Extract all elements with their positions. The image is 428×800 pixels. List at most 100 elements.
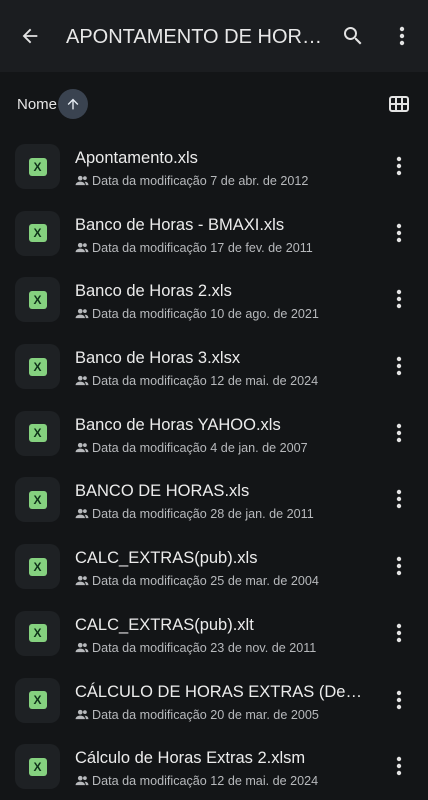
file-modified-text: Data da modificação 28 de jan. de 2011 bbox=[92, 507, 314, 522]
file-modified-info: Data da modificação 4 de jan. de 2007 bbox=[75, 440, 375, 456]
file-modified-text: Data da modificação 25 de mar. de 2004 bbox=[92, 574, 319, 589]
more-vert-icon bbox=[396, 489, 402, 509]
file-name: Apontamento.xls bbox=[75, 149, 198, 167]
file-thumbnail: X bbox=[15, 544, 60, 590]
more-vert-icon bbox=[396, 623, 402, 643]
file-modified-info: Data da modificação 12 de mai. de 2024 bbox=[75, 373, 375, 389]
file-modified-info: Data da modificação 25 de mar. de 2004 bbox=[75, 573, 375, 589]
file-thumbnail: X bbox=[15, 744, 60, 790]
file-modified-text: Data da modificação 10 de ago. de 2021 bbox=[92, 307, 319, 322]
file-thumbnail: X bbox=[15, 610, 60, 656]
search-button[interactable] bbox=[337, 20, 369, 52]
grid-view-button[interactable] bbox=[386, 91, 412, 117]
file-more-options-button[interactable] bbox=[388, 621, 410, 645]
file-thumbnail: X bbox=[15, 477, 60, 523]
excel-icon: X bbox=[28, 624, 47, 643]
more-vert-icon bbox=[396, 156, 402, 176]
more-vert-icon bbox=[396, 356, 402, 376]
top-app-bar: APONTAMENTO DE HORAS EXTRAS bbox=[0, 0, 428, 72]
grid-view-icon bbox=[389, 96, 409, 112]
file-modified-text: Data da modificação 23 de nov. de 2011 bbox=[92, 640, 317, 655]
arrow-up-icon bbox=[67, 98, 79, 110]
file-name: Banco de Horas 3.xlsx bbox=[75, 349, 241, 368]
folder-title: APONTAMENTO DE HORAS EXTRAS bbox=[66, 26, 322, 48]
file-name: Cálculo de Horas Extras 2.xlsm bbox=[75, 749, 306, 768]
more-vert-icon bbox=[396, 423, 402, 443]
file-row[interactable]: X BANCO DE HORAS.xls Data da modificação 2… bbox=[0, 473, 428, 540]
arrow-back-icon bbox=[22, 28, 38, 44]
file-name: Banco de Horas - BMAXI.xls bbox=[75, 215, 285, 234]
file-list: X Apontamento.xls Data da modificação 7 de… bbox=[0, 140, 428, 800]
shared-people-icon bbox=[75, 308, 89, 320]
more-vert-icon bbox=[396, 289, 402, 309]
shared-people-icon bbox=[75, 508, 89, 520]
excel-icon: X bbox=[28, 224, 47, 243]
file-more-options-button[interactable] bbox=[388, 354, 410, 378]
more-options-button[interactable] bbox=[386, 20, 418, 52]
file-modified-info: Data da modificação 17 de fev. de 2011 bbox=[75, 240, 375, 256]
file-more-options-button[interactable] bbox=[388, 421, 410, 445]
file-more-options-button[interactable] bbox=[388, 487, 410, 511]
file-row[interactable]: X CÁLCULO DE HORAS EXTRAS (Demonstração).… bbox=[0, 674, 428, 741]
file-modified-text: Data da modificação 12 de mai. de 2024 bbox=[92, 774, 319, 789]
file-thumbnail: X bbox=[15, 344, 60, 390]
drive-folder-screen: APONTAMENTO DE HORAS EXTRAS Nome bbox=[0, 0, 428, 800]
file-thumbnail: X bbox=[15, 144, 60, 189]
file-modified-text: Data da modificação 4 de jan. de 2007 bbox=[92, 440, 308, 455]
file-modified-info: Data da modificação 12 de mai. de 2024 bbox=[75, 773, 375, 789]
excel-icon: X bbox=[28, 557, 47, 576]
file-thumbnail: X bbox=[15, 210, 60, 256]
more-vert-icon bbox=[396, 756, 402, 776]
shared-people-icon bbox=[75, 642, 89, 654]
file-modified-text: Data da modificação 17 de fev. de 2011 bbox=[92, 240, 313, 255]
file-modified-text: Data da modificação 12 de mai. de 2024 bbox=[92, 374, 319, 389]
excel-icon: X bbox=[28, 490, 47, 509]
file-modified-info: Data da modificação 7 de abr. de 2012 bbox=[75, 173, 375, 189]
excel-icon: X bbox=[28, 691, 47, 709]
file-modified-info: Data da modificação 28 de jan. de 2011 bbox=[75, 506, 375, 522]
excel-icon: X bbox=[28, 290, 47, 309]
excel-icon: X bbox=[28, 357, 47, 376]
shared-people-icon bbox=[75, 709, 89, 721]
file-name: CÁLCULO DE HORAS EXTRAS (Demonstração).x… bbox=[75, 682, 365, 701]
file-row[interactable]: X Cálculo de Horas Extras 2.xlsm Data da m… bbox=[0, 740, 428, 800]
file-more-options-button[interactable] bbox=[388, 554, 410, 578]
file-thumbnail: X bbox=[15, 277, 60, 323]
excel-icon: X bbox=[28, 757, 47, 776]
file-more-options-button[interactable] bbox=[388, 221, 410, 245]
shared-people-icon bbox=[75, 442, 89, 454]
search-icon bbox=[344, 27, 362, 45]
file-more-options-button[interactable] bbox=[388, 154, 410, 178]
file-modified-info: Data da modificação 20 de mar. de 2005 bbox=[75, 707, 375, 723]
shared-people-icon bbox=[75, 175, 89, 187]
file-modified-text: Data da modificação 20 de mar. de 2005 bbox=[92, 707, 319, 722]
shared-people-icon bbox=[75, 775, 89, 787]
file-name: CALC_EXTRAS(pub).xlt bbox=[75, 615, 254, 634]
file-row[interactable]: X CALC_EXTRAS(pub).xlt Data da modificação… bbox=[0, 607, 428, 674]
file-more-options-button[interactable] bbox=[388, 754, 410, 778]
file-row[interactable]: X Banco de Horas 2.xls Data da modificação… bbox=[0, 273, 428, 340]
excel-icon: X bbox=[28, 424, 47, 443]
sort-direction-button[interactable] bbox=[58, 89, 88, 119]
file-more-options-button[interactable] bbox=[388, 287, 410, 311]
file-modified-text: Data da modificação 7 de abr. de 2012 bbox=[92, 174, 309, 188]
file-name: BANCO DE HORAS.xls bbox=[75, 482, 250, 501]
more-vert-icon bbox=[396, 223, 402, 243]
file-row[interactable]: X Banco de Horas 3.xlsx Data da modificaçã… bbox=[0, 340, 428, 407]
file-name: Banco de Horas 2.xls bbox=[75, 282, 232, 301]
sort-by-name-label[interactable]: Nome bbox=[17, 96, 57, 113]
excel-icon: X bbox=[28, 157, 47, 176]
back-button[interactable] bbox=[14, 20, 46, 52]
file-row[interactable]: X CALC_EXTRAS(pub).xls Data da modificação… bbox=[0, 540, 428, 607]
shared-people-icon bbox=[75, 375, 89, 387]
file-name: Banco de Horas YAHOO.xls bbox=[75, 415, 281, 434]
shared-people-icon bbox=[75, 575, 89, 587]
file-row[interactable]: X Apontamento.xls Data da modificação 7 de… bbox=[0, 140, 428, 207]
file-more-options-button[interactable] bbox=[388, 688, 410, 712]
file-row[interactable]: X Banco de Horas - BMAXI.xls Data da modif… bbox=[0, 207, 428, 274]
file-row[interactable]: X Banco de Horas YAHOO.xls Data da modific… bbox=[0, 407, 428, 474]
file-modified-info: Data da modificação 23 de nov. de 2011 bbox=[75, 640, 375, 656]
more-vert-icon bbox=[399, 26, 405, 46]
file-modified-info: Data da modificação 10 de ago. de 2021 bbox=[75, 306, 375, 322]
file-thumbnail: X bbox=[15, 410, 60, 456]
